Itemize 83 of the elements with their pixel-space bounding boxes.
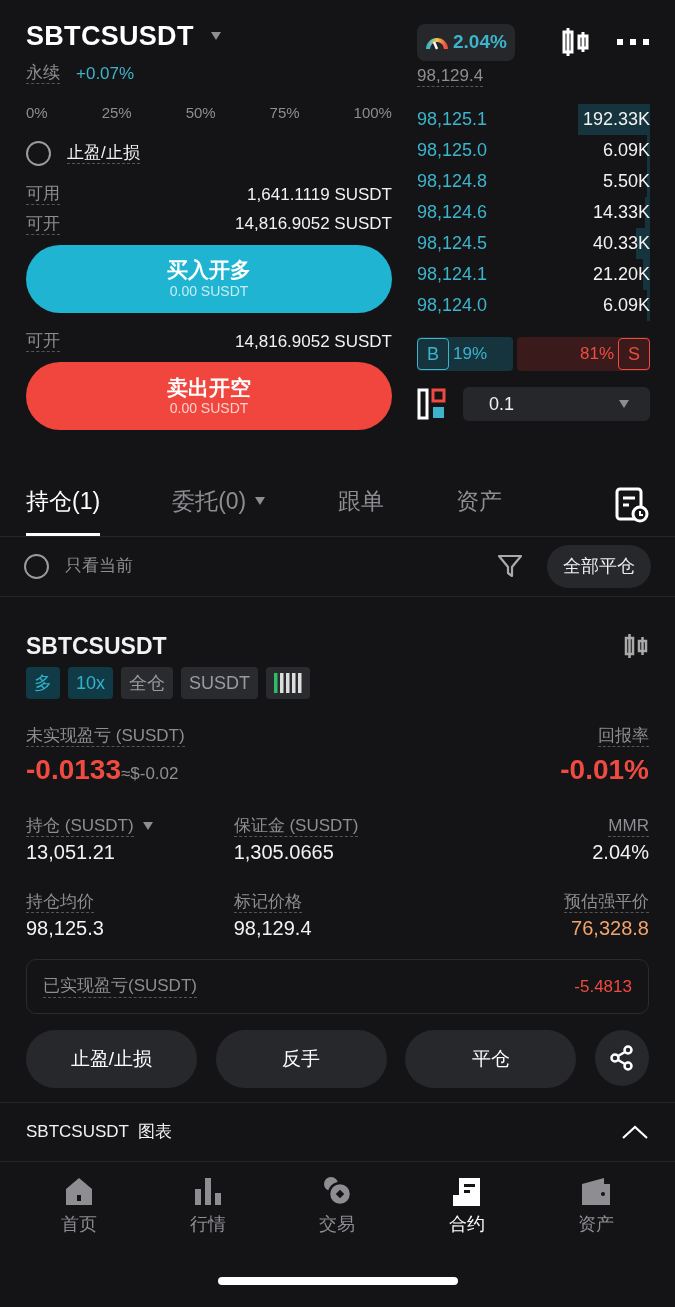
realized-pnl: -5.4813: [574, 975, 632, 998]
stat-value: 2.04%: [591, 839, 649, 865]
unrealized-pnl: -0.0133: [26, 752, 121, 787]
stat-label: 保证金 (SUSDT): [233, 814, 359, 837]
tab[interactable]: 持仓(1): [26, 474, 101, 536]
action-button[interactable]: 止盈/止损: [26, 1030, 197, 1088]
field-label: 可开: [26, 212, 60, 235]
buy-ratio: 19%: [453, 343, 488, 366]
tab[interactable]: 委托(0): [172, 474, 267, 536]
roe-label: 回报率: [598, 725, 649, 748]
buy-marker: B: [417, 338, 449, 370]
nav-tab[interactable]: 首页: [38, 1173, 119, 1239]
percent-mark[interactable]: 75%: [269, 102, 300, 125]
unrealized-pnl-label: 未实现盈亏 (SUSDT): [26, 725, 185, 748]
precision-select[interactable]: 0.1: [463, 387, 650, 421]
caret-icon: [209, 31, 222, 42]
more-icon[interactable]: [616, 38, 650, 47]
dropdown-caret-icon: [618, 399, 630, 409]
order-history-icon[interactable]: [615, 486, 649, 523]
order-price: 98,125.0: [417, 139, 488, 162]
stat-value: 98,125.3: [26, 916, 105, 941]
dropdown-caret-icon: [254, 496, 267, 507]
percent-mark[interactable]: 25%: [101, 102, 132, 125]
chart-section-title: SBTCSUSDT 图表: [26, 1121, 173, 1143]
position-tag: 全仓: [121, 667, 174, 699]
nav-tab[interactable]: 合约: [426, 1173, 507, 1239]
contract-type: 永续: [26, 62, 60, 85]
order-price: 98,124.0: [417, 294, 488, 317]
stat-label: 持仓均价: [26, 890, 94, 913]
position-tag: 10x: [68, 667, 114, 699]
percent-mark[interactable]: 50%: [185, 102, 216, 125]
stat-label: MMR: [608, 814, 649, 837]
sell-ratio: 81%: [579, 343, 614, 366]
field-value: 14,816.9052 SUSDT: [235, 213, 392, 235]
approx-usd: ≈$-0.02: [120, 763, 179, 785]
sell-short-button[interactable]: 卖出开空 0.00 SUSDT: [26, 362, 392, 430]
dropdown-caret-icon: [141, 820, 154, 831]
funding-rate-badge[interactable]: 2.04%: [417, 24, 515, 61]
candlestick-icon[interactable]: [560, 26, 592, 59]
filter-icon[interactable]: [497, 553, 523, 579]
field-label: 可开: [26, 330, 60, 353]
tpsl-checkbox[interactable]: [26, 140, 51, 166]
nav-tab[interactable]: 行情: [168, 1173, 249, 1239]
field-value: 1,641.1119 SUSDT: [247, 183, 392, 206]
stat-label: 预估强平价: [563, 890, 649, 913]
stat-label: 持仓 (SUSDT): [26, 814, 134, 837]
stat-value: 76,328.8: [570, 916, 649, 941]
price-change: +0.07%: [76, 62, 135, 85]
nav-tab[interactable]: 交易: [297, 1173, 378, 1239]
stat-value: 1,305.0665: [233, 839, 335, 865]
position-tag: 多: [26, 667, 60, 699]
chart-section-header[interactable]: SBTCSUSDT 图表: [0, 1103, 675, 1161]
order-price: 98,124.1: [417, 263, 488, 286]
realized-pnl-label: 已实现盈亏(SUSDT): [43, 975, 197, 998]
current-only-label: 只看当前: [65, 555, 134, 578]
position-tag: SUSDT: [181, 667, 259, 699]
position-symbol: SBTCSUSDT: [26, 631, 167, 661]
percent-mark[interactable]: 0%: [26, 102, 48, 125]
order-price: 98,124.6: [417, 201, 488, 224]
order-price: 98,124.5: [417, 232, 488, 255]
current-only-checkbox[interactable]: [24, 553, 49, 579]
action-button[interactable]: 反手: [215, 1030, 387, 1088]
last-price: 98,129.4: [417, 64, 484, 87]
nav-tab[interactable]: 资产: [556, 1173, 637, 1239]
field-label: 可用: [26, 183, 60, 206]
tab[interactable]: 资产: [456, 474, 503, 536]
close-all-button[interactable]: 全部平仓: [547, 544, 651, 588]
order-price: 98,124.8: [417, 170, 488, 193]
roe-value: -0.01%: [560, 752, 649, 787]
tpsl-label: 止盈/止损: [67, 141, 140, 165]
candlestick-icon[interactable]: [623, 631, 649, 660]
tab[interactable]: 跟单: [338, 474, 385, 536]
stat-value: 13,051.21: [26, 839, 116, 865]
share-icon: [608, 1045, 635, 1071]
order-book-layout-icon[interactable]: [417, 388, 447, 420]
action-button[interactable]: 平仓: [405, 1030, 577, 1088]
order-price: 98,125.1: [417, 108, 488, 131]
percent-mark[interactable]: 100%: [353, 102, 392, 125]
field-value: 14,816.9052 SUSDT: [235, 330, 392, 353]
sell-marker: S: [618, 338, 650, 370]
stat-label: 标记价格: [233, 890, 302, 913]
stat-value: 98,129.4: [233, 916, 313, 941]
symbol-selector[interactable]: SBTCSUSDT: [26, 16, 194, 57]
